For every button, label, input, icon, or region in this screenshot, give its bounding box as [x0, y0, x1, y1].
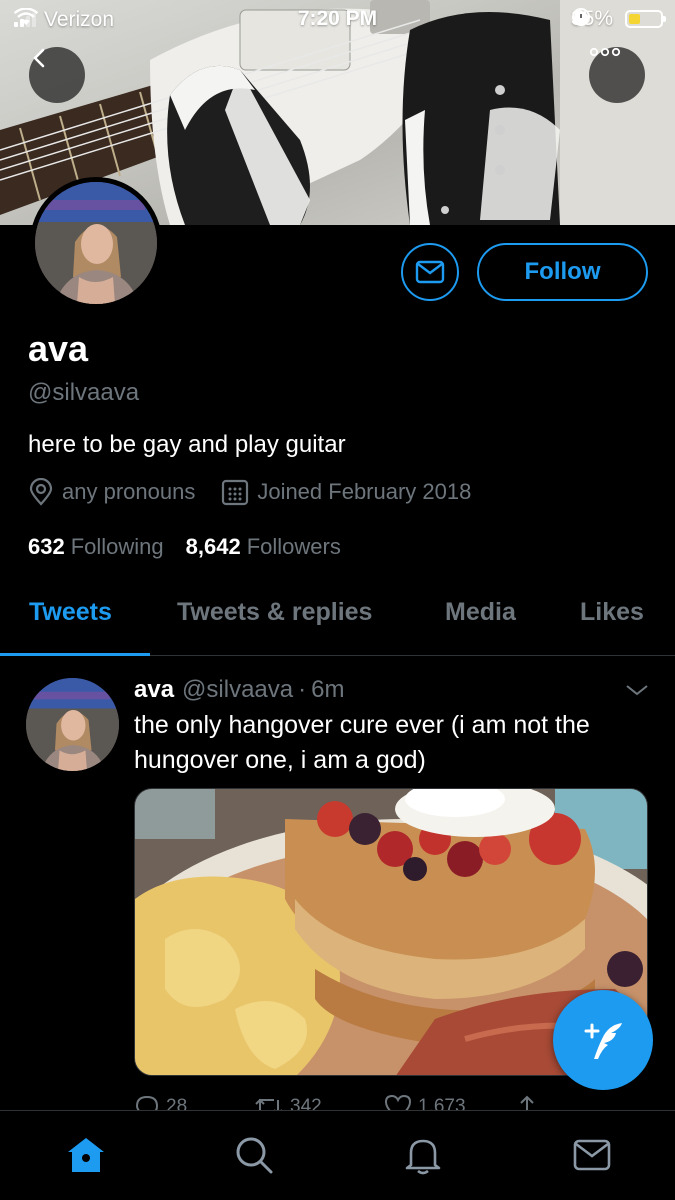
status-bar: Verizon 7:20 PM 35%	[0, 0, 675, 40]
nav-notifications[interactable]	[401, 1133, 445, 1177]
more-button[interactable]	[589, 47, 645, 103]
bottom-navigation	[0, 1110, 675, 1200]
tab-likes[interactable]: Likes	[580, 598, 644, 627]
joined-item: Joined February 2018	[221, 478, 471, 506]
battery-level	[629, 14, 640, 24]
followers-count: 8,642	[185, 534, 241, 559]
compose-feather-icon	[584, 1023, 622, 1059]
battery-icon	[625, 10, 666, 28]
following-label: Following	[70, 534, 164, 559]
tab-tweets-replies[interactable]: Tweets & replies	[177, 598, 372, 627]
active-tab-indicator	[0, 653, 150, 656]
location-pin-icon	[29, 478, 53, 506]
pronouns-item: any pronouns	[28, 478, 195, 506]
home-icon	[68, 1138, 104, 1172]
tab-media[interactable]: Media	[445, 598, 516, 627]
tweet-header: ava @silvaava · 6m	[134, 676, 344, 704]
message-button[interactable]	[401, 243, 459, 301]
tweet-text: the only hangover cure ever (i am not th…	[134, 711, 590, 774]
avatar-image	[35, 182, 157, 304]
profile-page: Verizon 7:20 PM 35% Follow ava @silvaava…	[0, 0, 675, 1200]
tab-tweets[interactable]: Tweets	[29, 598, 112, 627]
joined-label: Joined February 2018	[257, 479, 472, 504]
following-stat[interactable]: 632 Following	[28, 534, 164, 560]
messages-icon	[573, 1139, 611, 1171]
display-name: ava	[28, 328, 89, 369]
alarm-icon	[573, 11, 588, 25]
search-icon	[236, 1137, 273, 1174]
profile-avatar[interactable]	[30, 177, 162, 309]
more-horizontal-icon	[589, 47, 621, 57]
nav-messages[interactable]	[570, 1133, 614, 1177]
tweet-author-name[interactable]: ava	[134, 676, 174, 704]
user-handle: @silvaava	[28, 379, 140, 406]
notifications-icon	[405, 1139, 441, 1175]
compose-tweet-button[interactable]	[553, 990, 653, 1090]
pronouns-label: any pronouns	[62, 479, 196, 504]
tweet-separator: ·	[298, 676, 307, 703]
bio: here to be gay and play guitar	[28, 431, 346, 458]
profile-tabs: Tweets Tweets & replies Media Likes	[0, 580, 675, 656]
chevron-left-icon	[33, 48, 45, 68]
follow-stats: 632 Following 8,642 Followers	[28, 534, 363, 560]
mail-icon	[415, 260, 445, 284]
calendar-icon	[222, 479, 249, 506]
nav-home[interactable]	[64, 1133, 108, 1177]
following-count: 632	[28, 534, 65, 559]
chevron-down-icon[interactable]	[624, 682, 650, 698]
back-button[interactable]	[29, 47, 85, 103]
tweet-time: 6m	[311, 676, 345, 703]
follow-button[interactable]: Follow	[477, 243, 648, 301]
followers-label: Followers	[246, 534, 341, 559]
nav-search[interactable]	[232, 1133, 276, 1177]
profile-meta: any pronouns Joined February 2018	[28, 478, 497, 506]
followers-stat[interactable]: 8,642 Followers	[186, 534, 341, 560]
tweet-avatar[interactable]	[26, 678, 119, 771]
tweet-author-handle[interactable]: @silvaava	[182, 676, 293, 704]
